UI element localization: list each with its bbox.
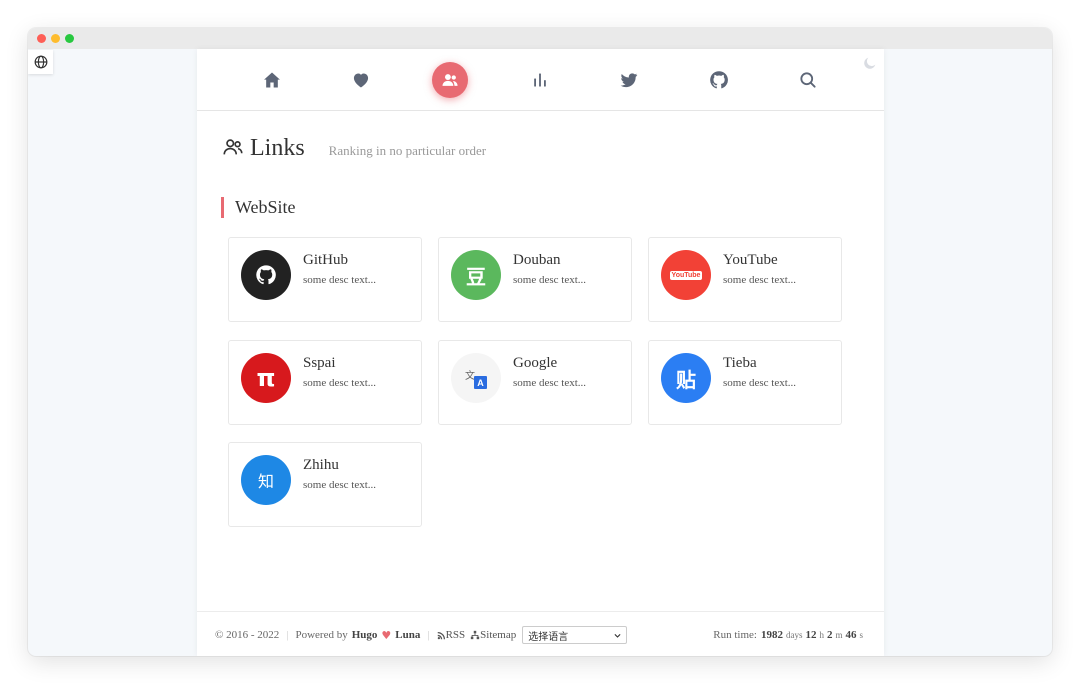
link-card-github[interactable]: GitHub some desc text... — [228, 237, 422, 322]
run-time: Run time: 1982 days 12 h 2 m 46 s — [713, 627, 866, 643]
github-icon — [710, 71, 728, 89]
github-avatar-icon — [241, 250, 291, 300]
nav-favorites[interactable] — [343, 62, 379, 98]
link-desc: some desc text... — [513, 377, 587, 389]
google-translate-avatar-icon: 文 A — [451, 353, 501, 403]
zhihu-avatar-icon: 知 — [241, 455, 291, 505]
luna-link[interactable]: Luna — [395, 629, 420, 641]
section-title: WebSite — [221, 197, 296, 218]
chevron-down-icon — [614, 633, 621, 638]
runtime-minutes: 2 — [826, 629, 833, 641]
runtime-label: Run time: — [713, 629, 757, 641]
rss-icon — [437, 631, 445, 639]
sitemap-icon — [470, 630, 480, 640]
tieba-avatar-icon: 贴 — [661, 353, 711, 403]
page-subtitle: Ranking in no particular order — [328, 143, 487, 158]
tieba-glyph: 贴 — [676, 367, 696, 392]
page-content: Links Ranking in no particular order Web… — [197, 49, 884, 656]
nav-twitter[interactable] — [611, 62, 647, 98]
rss-label: RSS — [445, 629, 466, 641]
link-name: GitHub — [303, 252, 348, 268]
link-desc: some desc text... — [303, 377, 377, 389]
link-card-google[interactable]: 文 A Google some desc text... — [438, 340, 632, 425]
sitemap-label: Sitemap — [480, 629, 517, 641]
title-bar — [28, 28, 1052, 49]
globe-icon — [34, 55, 47, 69]
footer-left: © 2016 - 2022 | Powered by Hugo ♥ Luna |… — [215, 626, 628, 644]
runtime-days-unit: days — [785, 630, 803, 640]
divider: | — [427, 629, 430, 641]
minimize-window-button[interactable] — [51, 34, 60, 43]
home-icon — [264, 72, 280, 88]
link-desc: some desc text... — [303, 479, 377, 491]
page-heading: Links Ranking in no particular order — [222, 133, 486, 162]
runtime-seconds-unit: s — [859, 630, 863, 640]
rss-link[interactable]: RSS — [437, 629, 466, 641]
google-glyph: A — [474, 376, 487, 389]
nav-stats[interactable] — [522, 62, 558, 98]
close-window-button[interactable] — [37, 34, 46, 43]
users-outline-icon — [223, 139, 243, 155]
hugo-link[interactable]: Hugo — [352, 629, 378, 641]
twitter-icon — [620, 73, 638, 88]
link-card-douban[interactable]: 豆 Douban some desc text... — [438, 237, 632, 322]
nav-search[interactable] — [790, 62, 826, 98]
link-name: Sspai — [303, 355, 336, 371]
bar-chart-icon — [534, 73, 546, 87]
youtube-avatar-icon: YouTube — [661, 250, 711, 300]
language-select-value: 选择语言 — [528, 631, 569, 643]
link-desc: some desc text... — [303, 274, 377, 286]
douban-glyph: 豆 — [466, 264, 486, 289]
heart-icon: ♥ — [381, 628, 392, 642]
sitemap-link[interactable]: Sitemap — [470, 629, 516, 641]
browser-window: Links Ranking in no particular order Web… — [28, 28, 1052, 656]
link-name: YouTube — [723, 252, 778, 268]
divider: | — [286, 629, 289, 641]
search-icon — [800, 72, 816, 88]
link-desc: some desc text... — [723, 377, 797, 389]
link-card-sspai[interactable]: π Sspai some desc text... — [228, 340, 422, 425]
sspai-glyph: π — [256, 364, 276, 392]
runtime-seconds: 46 — [845, 629, 857, 641]
link-cards: GitHub some desc text... 豆 Douban some d… — [228, 237, 844, 529]
language-toggle-button[interactable] — [28, 50, 53, 74]
powered-by-label: Powered by — [295, 629, 348, 641]
douban-avatar-icon: 豆 — [451, 250, 501, 300]
link-name: Douban — [513, 252, 561, 268]
dark-mode-toggle[interactable] — [862, 55, 878, 71]
zhihu-glyph: 知 — [257, 472, 274, 491]
footer: © 2016 - 2022 | Powered by Hugo ♥ Luna |… — [197, 611, 884, 656]
nav-home[interactable] — [254, 62, 290, 98]
runtime-hours: 12 — [805, 629, 817, 641]
nav-github[interactable] — [701, 62, 737, 98]
link-card-tieba[interactable]: 贴 Tieba some desc text... — [648, 340, 842, 425]
heart-icon — [353, 73, 369, 88]
language-select[interactable]: 选择语言 — [522, 626, 628, 644]
moon-icon — [864, 57, 876, 69]
link-name: Zhihu — [303, 457, 339, 473]
maximize-window-button[interactable] — [65, 34, 74, 43]
link-name: Google — [513, 355, 558, 371]
top-nav — [197, 49, 884, 111]
sspai-avatar-icon: π — [241, 353, 291, 403]
runtime-days: 1982 — [760, 629, 783, 641]
page-title: Links — [250, 135, 305, 161]
link-card-youtube[interactable]: YouTube YouTube some desc text... — [648, 237, 842, 322]
link-card-zhihu[interactable]: 知 Zhihu some desc text... — [228, 442, 422, 527]
users-icon — [442, 74, 458, 86]
youtube-glyph: YouTube — [669, 270, 703, 280]
runtime-minutes-unit: m — [835, 630, 843, 640]
runtime-hours-unit: h — [819, 630, 824, 640]
link-desc: some desc text... — [723, 274, 797, 286]
copyright: © 2016 - 2022 — [215, 629, 280, 641]
link-desc: some desc text... — [513, 274, 587, 286]
nav-links[interactable] — [432, 62, 468, 98]
link-name: Tieba — [723, 355, 757, 371]
